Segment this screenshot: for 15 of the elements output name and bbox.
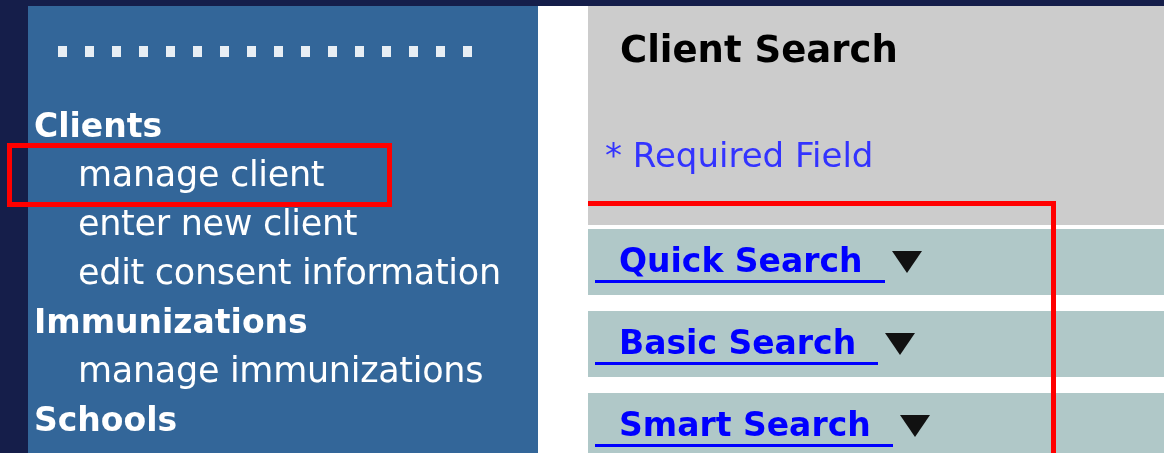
caret-icon[interactable]	[883, 331, 918, 357]
required-note: * Required Field	[605, 134, 874, 176]
sidebar-heading: Immunizations	[34, 301, 308, 343]
sidebar-heading: Schools	[34, 399, 178, 441]
sidebar-link[interactable]: manage immunizations	[78, 346, 484, 395]
sidebar-link[interactable]: manage client	[78, 150, 325, 199]
sidebar-link[interactable]: edit consent information	[78, 248, 501, 297]
search-section-link[interactable]: Quick Search	[595, 241, 885, 283]
sidebar-link[interactable]: enter new client	[78, 199, 358, 248]
search-section-link[interactable]: Smart Search	[595, 405, 893, 447]
search-section-link[interactable]: Basic Search	[595, 323, 879, 365]
caret-icon[interactable]	[889, 249, 924, 275]
caret-icon[interactable]	[897, 413, 932, 439]
page-title: Client Search	[620, 28, 898, 72]
sidebar-heading: Clients	[34, 105, 163, 147]
